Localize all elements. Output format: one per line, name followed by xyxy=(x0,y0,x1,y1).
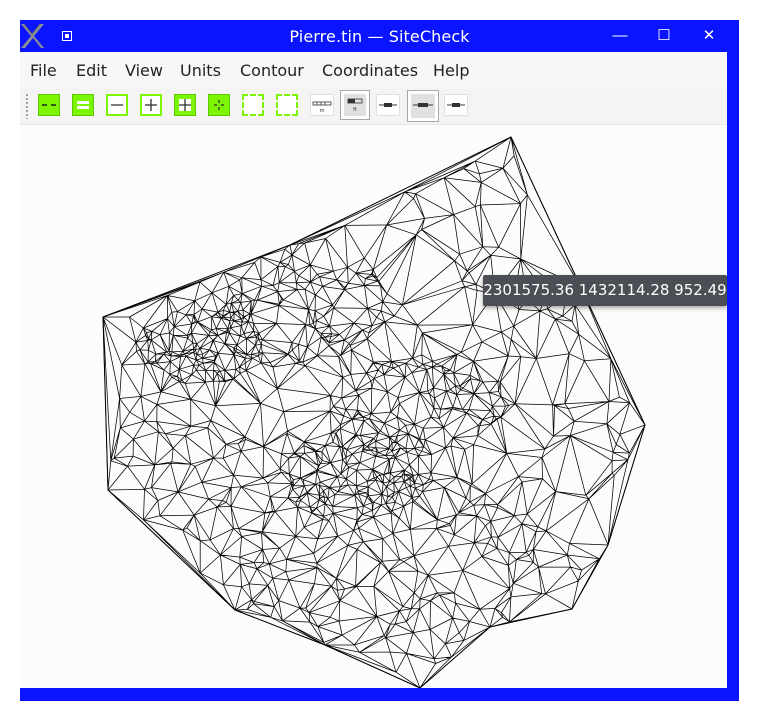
line-bar-icon xyxy=(379,103,397,107)
toolbar-crosshair-button[interactable] xyxy=(208,94,230,116)
zoom-out-icon xyxy=(111,104,123,106)
toolbar-zoom-in-button[interactable] xyxy=(140,94,162,116)
close-button[interactable]: ✕ xyxy=(697,26,721,46)
double-line-icon xyxy=(77,101,89,109)
menu-bar: File Edit View Units Contour Coordinates… xyxy=(20,52,727,88)
title-bar[interactable]: Pierre.tin — SiteCheck — ☐ ✕ xyxy=(20,20,739,52)
toolbar-dashed-line-button[interactable] xyxy=(38,94,60,116)
toolbar-select-area-button[interactable] xyxy=(276,94,298,116)
toolbar: m ft xyxy=(20,88,727,125)
app-window: Pierre.tin — SiteCheck — ☐ ✕ File Edit V… xyxy=(20,20,739,701)
toolbar-zoom-out-button[interactable] xyxy=(106,94,128,116)
dashed-line-icon xyxy=(42,104,56,106)
menu-help[interactable]: Help xyxy=(433,61,469,81)
window-border-right xyxy=(727,52,739,701)
toolbar-double-line-button[interactable] xyxy=(72,94,94,116)
menu-file[interactable]: File xyxy=(30,61,57,81)
coordinate-tooltip: 2301575.36 1432114.28 952.49 xyxy=(483,275,727,306)
toolbar-line-bar-pressed-button[interactable] xyxy=(407,90,439,122)
crosshair-icon xyxy=(214,100,224,110)
menu-coordinates[interactable]: Coordinates xyxy=(322,61,418,81)
line-bar-icon xyxy=(447,103,465,107)
grid-icon xyxy=(179,99,191,111)
minimize-button[interactable]: — xyxy=(608,26,632,46)
toolbar-grip[interactable] xyxy=(25,93,29,119)
elevation-bar-icon: ft xyxy=(347,98,363,113)
tin-canvas[interactable]: 2301575.36 1432114.28 952.49 xyxy=(20,125,727,688)
tin-mesh-edges xyxy=(102,136,646,688)
svg-text:ft: ft xyxy=(353,107,357,113)
menu-contour[interactable]: Contour xyxy=(240,61,304,81)
menu-edit[interactable]: Edit xyxy=(76,61,107,81)
toolbar-select-box-button[interactable] xyxy=(242,94,264,116)
zoom-in-icon xyxy=(145,99,157,111)
toolbar-elevation-bar-button[interactable]: ft xyxy=(340,90,370,120)
toolbar-grid-button[interactable] xyxy=(174,94,196,116)
status-bar xyxy=(20,688,739,701)
svg-text:m: m xyxy=(320,108,325,114)
toolbar-line-bar-alt-button[interactable] xyxy=(444,94,468,116)
menu-units[interactable]: Units xyxy=(180,61,221,81)
scale-bar-icon: m xyxy=(312,101,332,114)
line-bar-icon xyxy=(413,103,433,107)
menu-view[interactable]: View xyxy=(125,61,163,81)
toolbar-scale-bar-button[interactable]: m xyxy=(310,94,334,116)
tin-mesh-drawing xyxy=(102,136,646,688)
maximize-button[interactable]: ☐ xyxy=(652,26,676,46)
toolbar-line-bar-button[interactable] xyxy=(376,94,400,116)
